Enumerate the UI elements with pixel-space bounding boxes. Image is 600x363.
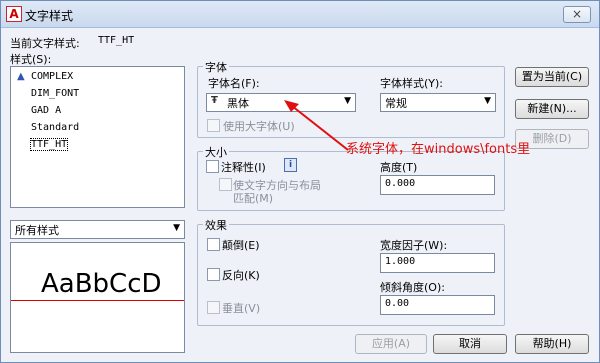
annotation-arrow-line xyxy=(291,105,349,151)
annotation-text: 系统字体，在windows\fonts里 xyxy=(346,142,531,157)
annotation-arrow xyxy=(284,100,349,151)
